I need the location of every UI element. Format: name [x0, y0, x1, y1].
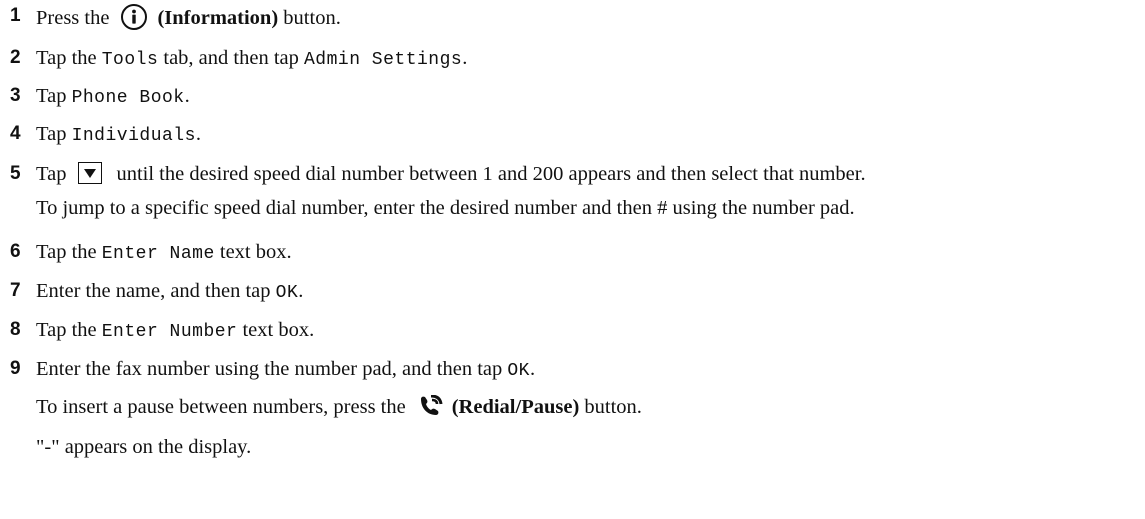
step-number: 1	[10, 5, 21, 26]
ui-term: Admin Settings	[303, 50, 463, 70]
button-name: (Information)	[157, 7, 279, 29]
info-icon	[121, 4, 148, 30]
step-number: 5	[10, 163, 21, 184]
step-text: Tap the Tools tab, and then tap Admin Se…	[36, 46, 467, 72]
step-number: 9	[10, 358, 21, 379]
ui-term: OK	[275, 283, 299, 303]
step-text-part: Tap	[36, 85, 72, 107]
step-text: Tap the Enter Name text box.	[36, 240, 292, 266]
step-text-part: .	[195, 123, 202, 145]
step-text-part: Enter the fax number using the number pa…	[36, 358, 508, 380]
step-number: 7	[10, 280, 21, 301]
step-text-part: Tap	[36, 123, 72, 145]
step-text: Tap until the desired speed dial number b…	[36, 162, 866, 186]
step-text-part: To insert a pause between numbers, press…	[36, 396, 406, 418]
step-text-part: Tap the	[36, 319, 102, 341]
step-number: 2	[10, 47, 21, 68]
step-text-part: until the desired speed dial number betw…	[116, 163, 866, 185]
step-text-part: tab, and then tap	[158, 47, 304, 69]
ui-term: Enter Number	[101, 322, 238, 342]
step-text-part: Tap the	[36, 47, 102, 69]
ui-term: OK	[507, 361, 530, 381]
step-text-part: button.	[584, 396, 642, 418]
step-text: Press the (Information) button.	[36, 4, 341, 30]
step-text: Tap the Enter Number text box.	[36, 318, 314, 344]
step-text-part: Tap the	[36, 241, 102, 263]
step-text-part: .	[298, 280, 304, 302]
step-text-part: Press the	[36, 7, 110, 29]
step-text: Enter the fax number using the number pa…	[36, 357, 535, 383]
step-text-part: .	[462, 47, 468, 69]
redial-pause-icon	[420, 395, 443, 415]
ui-term: Phone Book	[71, 88, 185, 108]
step-text-part: Tap	[36, 163, 67, 185]
step-number: 8	[10, 319, 21, 340]
step-text-part: button.	[283, 7, 341, 29]
step-text-part: text box.	[214, 241, 292, 263]
ui-term: Enter Name	[101, 244, 215, 264]
step-number: 3	[10, 85, 21, 106]
down-arrow-icon	[78, 162, 103, 184]
step-number: 6	[10, 241, 21, 262]
step-text: Tap Individuals.	[36, 122, 201, 148]
ui-term: Individuals	[71, 126, 196, 146]
step-text-part: .	[529, 358, 536, 380]
step-text-part: .	[184, 85, 190, 107]
button-name: (Redial/Pause)	[451, 396, 580, 418]
step-note: "-" appears on the display.	[36, 436, 252, 458]
step-note: To insert a pause between numbers, press…	[36, 395, 642, 419]
step-text: Tap Phone Book.	[36, 84, 190, 110]
step-text: Enter the name, and then tap OK.	[36, 279, 303, 305]
ui-term: Tools	[101, 50, 159, 70]
step-note: To jump to a specific speed dial number,…	[36, 197, 855, 219]
step-text-part: text box.	[237, 319, 315, 341]
step-text-part: Enter the name, and then tap	[36, 280, 276, 302]
step-number: 4	[10, 123, 21, 144]
